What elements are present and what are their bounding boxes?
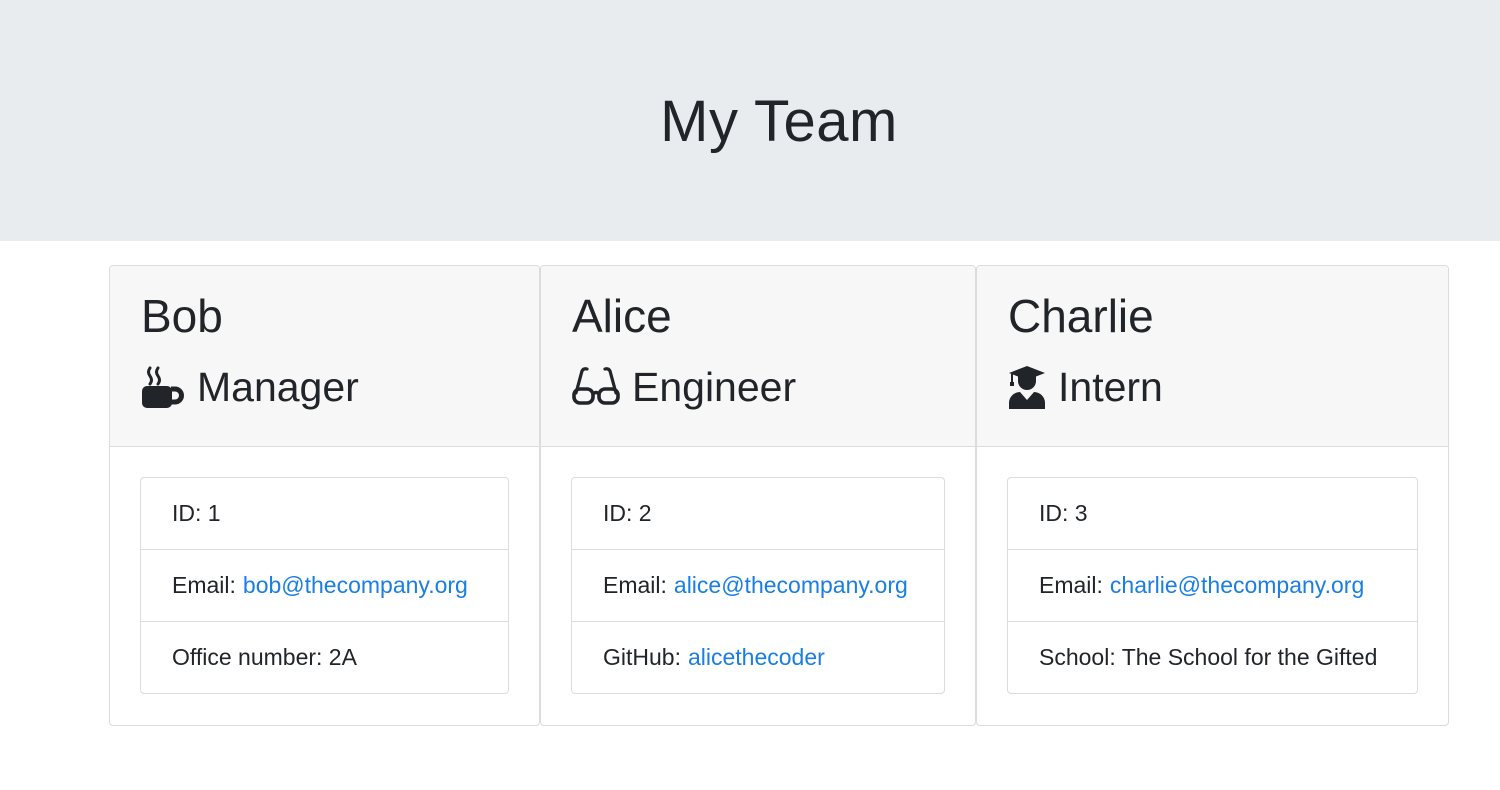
employee-role: Intern	[1008, 362, 1163, 412]
employee-name: Alice	[572, 290, 672, 342]
id-row: ID: 3	[1008, 478, 1417, 550]
email-label: Email:	[172, 572, 236, 598]
email-row: Email: bob@thecompany.org	[141, 550, 508, 622]
employee-details: ID: 1 Email: bob@thecompany.org Office n…	[140, 477, 509, 694]
office-row: Office number: 2A	[141, 622, 508, 693]
office-label: Office number: 2A	[172, 644, 357, 670]
email-row: Email: charlie@thecompany.org	[1008, 550, 1417, 622]
employee-card-charlie: Charlie Intern ID: 3 Email: charlie@thec…	[976, 265, 1449, 726]
email-link[interactable]: alice@thecompany.org	[674, 572, 908, 599]
page-header: My Team	[0, 0, 1500, 241]
graduate-icon	[1008, 365, 1046, 409]
employee-role-label: Intern	[1058, 364, 1163, 410]
page-title: My Team	[660, 89, 898, 154]
employee-role-label: Manager	[197, 364, 359, 410]
school-row: School: The School for the Gifted	[1008, 622, 1417, 693]
card-header: Alice Engineer	[541, 266, 975, 447]
employee-role: Engineer	[572, 362, 796, 412]
email-label: Email:	[603, 572, 667, 598]
id-row: ID: 2	[572, 478, 944, 550]
id-label: ID: 1	[172, 500, 221, 526]
employee-details: ID: 2 Email: alice@thecompany.org GitHub…	[571, 477, 945, 694]
email-link[interactable]: bob@thecompany.org	[243, 572, 468, 599]
glasses-icon	[572, 367, 620, 407]
employee-name: Bob	[141, 290, 223, 342]
coffee-icon	[141, 366, 185, 408]
employee-name: Charlie	[1008, 290, 1154, 342]
id-label: ID: 3	[1039, 500, 1088, 526]
github-link[interactable]: alicethecoder	[688, 644, 825, 671]
github-row: GitHub: alicethecoder	[572, 622, 944, 693]
card-header: Charlie Intern	[977, 266, 1448, 447]
employee-card-bob: Bob Manager ID: 1 Email: bob@thecompany.…	[109, 265, 540, 726]
employee-details: ID: 3 Email: charlie@thecompany.org Scho…	[1007, 477, 1418, 694]
github-label: GitHub:	[603, 644, 681, 670]
school-label: School: The School for the Gifted	[1039, 644, 1378, 670]
card-header: Bob Manager	[110, 266, 539, 447]
employee-card-alice: Alice Engineer ID: 2 Email: alice@thecom…	[540, 265, 976, 726]
email-link[interactable]: charlie@thecompany.org	[1110, 572, 1364, 599]
employee-role-label: Engineer	[632, 364, 797, 410]
email-row: Email: alice@thecompany.org	[572, 550, 944, 622]
email-label: Email:	[1039, 572, 1103, 598]
employee-role: Manager	[141, 362, 359, 412]
id-row: ID: 1	[141, 478, 508, 550]
id-label: ID: 2	[603, 500, 652, 526]
